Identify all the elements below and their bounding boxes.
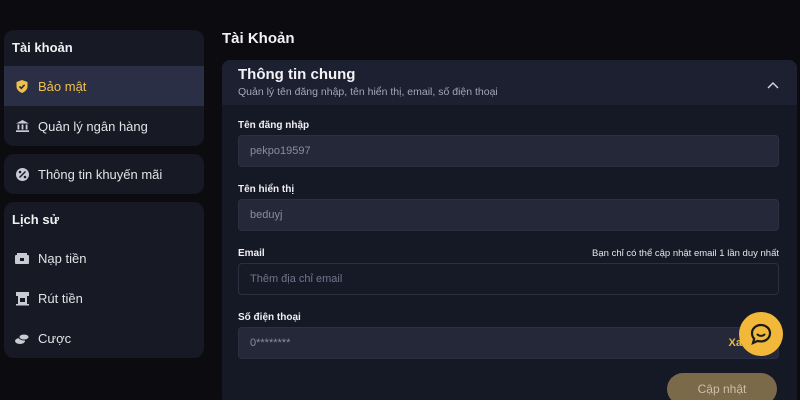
username-value: pekpo19597 [250,145,311,157]
display-name-value: beduyj [250,209,283,221]
bet-icon [14,330,30,346]
withdraw-icon [14,290,30,306]
sidebar-item-bank[interactable]: Quản lý ngân hàng [4,106,204,146]
sidebar-item-label: Nạp tiền [38,250,87,266]
chat-support-button[interactable] [739,312,783,356]
display-name-field: beduyj [238,199,779,231]
chevron-up-icon[interactable] [767,76,779,94]
sidebar-item-label: Thông tin khuyến mãi [38,166,163,182]
sidebar-item-label: Rút tiền [38,290,83,306]
deposit-icon [14,250,30,266]
phone-value: 0******** [250,337,291,349]
card-header: Thông tin chung Quản lý tên đăng nhập, t… [222,60,797,105]
email-field-wrapper [238,263,779,295]
sidebar-item-security[interactable]: Bảo mật [4,66,204,106]
main-content: Tài Khoản Thông tin chung Quản lý tên đă… [222,30,797,400]
sidebar: Tài khoản Bảo mật Quản lý ngân hàng Thôn… [4,30,204,366]
phone-field: 0******** Xa [238,327,779,359]
phone-label: Số điện thoại [238,312,301,323]
sidebar-item-promotions[interactable]: Thông tin khuyến mãi [4,154,204,194]
sidebar-item-label: Quản lý ngân hàng [38,118,148,134]
email-hint: Bạn chỉ có thể cập nhật email 1 lần duy … [592,248,779,259]
account-section-title: Tài khoản [12,40,73,55]
card-subtitle: Quản lý tên đăng nhập, tên hiển thị, ema… [238,86,498,98]
sidebar-item-label: Bảo mật [38,78,87,94]
sidebar-item-bets[interactable]: Cược [4,318,204,358]
sidebar-item-label: Cược [38,330,72,346]
email-input[interactable] [250,273,767,285]
sidebar-item-deposit[interactable]: Nạp tiền [4,238,204,278]
percent-badge-icon [14,166,30,182]
email-field-group: Email Bạn chỉ có thể cập nhật email 1 lầ… [238,241,779,295]
phone-field-group: Số điện thoại 0******** Xa [238,305,779,359]
update-button[interactable]: Cập nhật [667,373,777,400]
chat-bubble-icon [750,323,772,345]
shield-check-icon [14,78,30,94]
account-form: Tên đăng nhập pekpo19597 Tên hiển thị be… [222,105,797,359]
username-field-group: Tên đăng nhập pekpo19597 [238,113,779,167]
bank-icon [14,118,30,134]
promo-panel: Thông tin khuyến mãi [4,154,204,194]
page-title: Tài Khoản [222,30,295,47]
general-info-card: Thông tin chung Quản lý tên đăng nhập, t… [222,60,797,400]
card-title: Thông tin chung [238,66,356,83]
account-panel: Tài khoản Bảo mật Quản lý ngân hàng [4,30,204,146]
email-label: Email [238,248,265,259]
history-panel: Lịch sử Nạp tiền Rút tiền Cược [4,202,204,358]
sidebar-item-withdraw[interactable]: Rút tiền [4,278,204,318]
username-field: pekpo19597 [238,135,779,167]
username-label: Tên đăng nhập [238,120,310,131]
display-name-field-group: Tên hiển thị beduyj [238,177,779,231]
display-name-label: Tên hiển thị [238,184,295,195]
history-section-title: Lịch sử [12,212,59,227]
